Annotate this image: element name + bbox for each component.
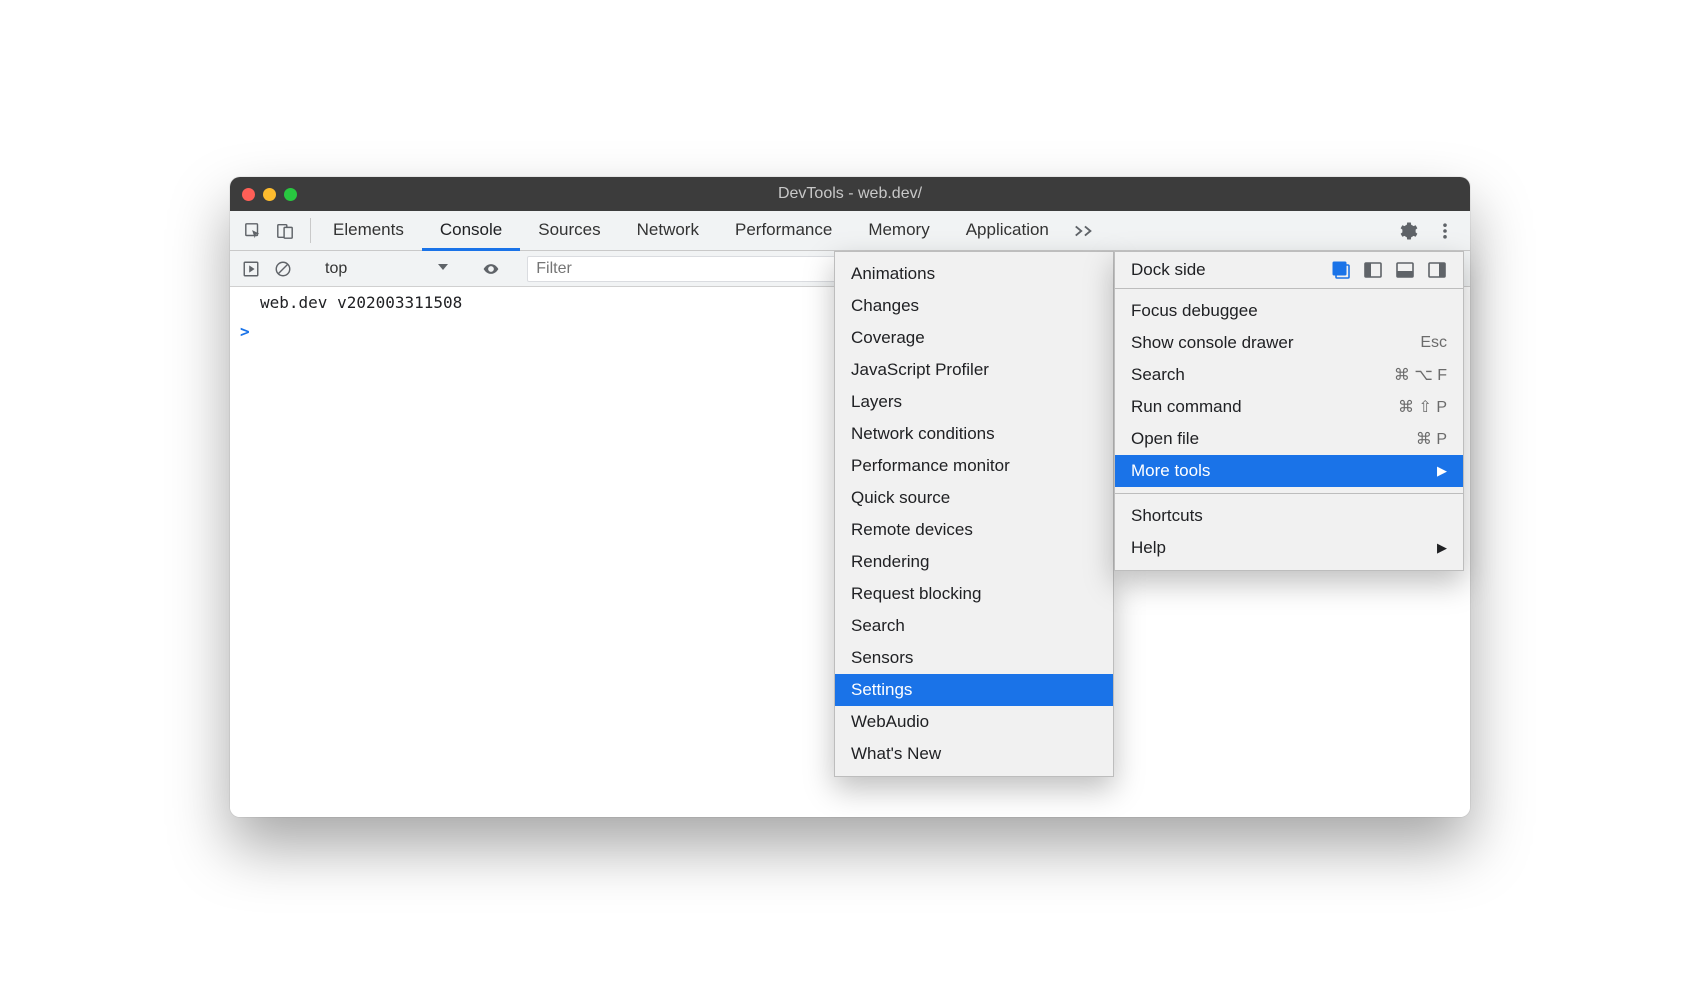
dock-bottom-icon[interactable] xyxy=(1395,260,1415,280)
submenu-item[interactable]: Layers xyxy=(835,386,1113,418)
tab-elements[interactable]: Elements xyxy=(315,212,422,251)
submenu-item[interactable]: WebAudio xyxy=(835,706,1113,738)
menu-shortcut: ⌘ P xyxy=(1416,429,1447,449)
main-menu-item[interactable]: Show console drawer Esc xyxy=(1115,327,1463,359)
main-menu: Dock side Focus debuggee Show console dra… xyxy=(1114,251,1464,571)
submenu-item[interactable]: Sensors xyxy=(835,642,1113,674)
close-window-button[interactable] xyxy=(242,188,255,201)
live-expression-eye-icon[interactable] xyxy=(480,258,502,280)
execution-context-label: top xyxy=(325,260,347,278)
tab-label: Application xyxy=(966,220,1049,240)
menu-shortcut: ⌘ ⇧ P xyxy=(1398,397,1447,417)
tab-application[interactable]: Application xyxy=(948,212,1067,251)
tab-console[interactable]: Console xyxy=(422,212,520,251)
tab-label: Performance xyxy=(735,220,832,240)
dock-side-icons xyxy=(1331,260,1447,280)
main-menu-item[interactable]: Run command ⌘ ⇧ P xyxy=(1115,391,1463,423)
submenu-item-label: Settings xyxy=(851,680,912,700)
submenu-item[interactable]: Coverage xyxy=(835,322,1113,354)
submenu-item[interactable]: Animations xyxy=(835,258,1113,290)
tab-strip-right-icons xyxy=(1392,211,1462,250)
submenu-item-label: Remote devices xyxy=(851,520,973,540)
submenu-item[interactable]: Request blocking xyxy=(835,578,1113,610)
main-menu-kebab-icon[interactable] xyxy=(1434,220,1456,242)
submenu-item-label: Request blocking xyxy=(851,584,981,604)
main-menu-item-label: Shortcuts xyxy=(1131,506,1203,526)
submenu-item-label: Sensors xyxy=(851,648,913,668)
dock-side-row: Dock side xyxy=(1115,252,1463,288)
execution-context-play-icon[interactable] xyxy=(240,258,262,280)
tab-label: Console xyxy=(440,220,502,240)
submenu-item-label: Animations xyxy=(851,264,935,284)
main-menu-item-label: Show console drawer xyxy=(1131,333,1294,353)
main-menu-item-label: Search xyxy=(1131,365,1185,385)
submenu-item-label: Performance monitor xyxy=(851,456,1010,476)
submenu-item-label: Layers xyxy=(851,392,902,412)
submenu-item-label: Changes xyxy=(851,296,919,316)
window-title: DevTools - web.dev/ xyxy=(230,185,1470,203)
main-menu-item[interactable]: Open file ⌘ P xyxy=(1115,423,1463,455)
more-tabs-icon[interactable] xyxy=(1073,220,1095,242)
submenu-item-label: What's New xyxy=(851,744,941,764)
tab-memory[interactable]: Memory xyxy=(850,212,947,251)
submenu-item[interactable]: Network conditions xyxy=(835,418,1113,450)
devtools-window: DevTools - web.dev/ Elements Console Sou… xyxy=(230,177,1470,817)
clear-console-icon[interactable] xyxy=(272,258,294,280)
submenu-item-label: Quick source xyxy=(851,488,950,508)
more-tools-submenu: Animations Changes Coverage JavaScript Prof… xyxy=(834,251,1114,777)
main-menu-item[interactable]: More tools ▶ xyxy=(1115,455,1463,487)
tab-label: Network xyxy=(637,220,699,240)
main-menu-item[interactable]: Help ▶ xyxy=(1115,532,1463,564)
submenu-item[interactable]: JavaScript Profiler xyxy=(835,354,1113,386)
main-menu-item-label: Open file xyxy=(1131,429,1199,449)
submenu-item-label: Network conditions xyxy=(851,424,995,444)
zoom-window-button[interactable] xyxy=(284,188,297,201)
submenu-arrow-icon: ▶ xyxy=(1437,540,1447,556)
settings-gear-icon[interactable] xyxy=(1398,220,1420,242)
tab-performance[interactable]: Performance xyxy=(717,212,850,251)
chevron-down-icon xyxy=(437,260,449,278)
inspect-element-icon[interactable] xyxy=(242,220,264,242)
dock-right-icon[interactable] xyxy=(1427,260,1447,280)
submenu-item-label: WebAudio xyxy=(851,712,929,732)
submenu-item[interactable]: Remote devices xyxy=(835,514,1113,546)
submenu-item[interactable]: Performance monitor xyxy=(835,450,1113,482)
tab-strip-left-icons xyxy=(238,211,306,250)
tab-label: Memory xyxy=(868,220,929,240)
submenu-item[interactable]: Rendering xyxy=(835,546,1113,578)
execution-context-select[interactable]: top xyxy=(319,260,455,278)
tab-label: Elements xyxy=(333,220,404,240)
submenu-arrow-icon: ▶ xyxy=(1437,463,1447,479)
tab-sources[interactable]: Sources xyxy=(520,212,618,251)
tab-strip: Elements Console Sources Network Perform… xyxy=(230,211,1470,251)
minimize-window-button[interactable] xyxy=(263,188,276,201)
main-menu-item[interactable]: Focus debuggee xyxy=(1115,295,1463,327)
menu-shortcut: Esc xyxy=(1420,334,1447,352)
main-menu-item[interactable]: Shortcuts xyxy=(1115,500,1463,532)
submenu-item[interactable]: What's New xyxy=(835,738,1113,770)
window-controls xyxy=(242,188,297,201)
titlebar: DevTools - web.dev/ xyxy=(230,177,1470,211)
main-menu-item-label: Run command xyxy=(1131,397,1242,417)
dock-left-icon[interactable] xyxy=(1363,260,1383,280)
main-menu-item[interactable]: Search ⌘ ⌥ F xyxy=(1115,359,1463,391)
main-menu-item-label: More tools xyxy=(1131,461,1210,481)
main-menu-item-label: Help xyxy=(1131,538,1166,558)
dock-side-label: Dock side xyxy=(1131,260,1206,280)
separator xyxy=(310,218,311,243)
tab-network[interactable]: Network xyxy=(619,212,717,251)
submenu-item[interactable]: Search xyxy=(835,610,1113,642)
tab-label: Sources xyxy=(538,220,600,240)
submenu-item-label: Rendering xyxy=(851,552,929,572)
submenu-item-label: JavaScript Profiler xyxy=(851,360,989,380)
submenu-item-label: Search xyxy=(851,616,905,636)
main-menu-item-label: Focus debuggee xyxy=(1131,301,1258,321)
submenu-item[interactable]: Settings xyxy=(835,674,1113,706)
menu-shortcut: ⌘ ⌥ F xyxy=(1394,365,1447,385)
toggle-device-toolbar-icon[interactable] xyxy=(274,220,296,242)
submenu-item[interactable]: Changes xyxy=(835,290,1113,322)
submenu-item-label: Coverage xyxy=(851,328,925,348)
submenu-item[interactable]: Quick source xyxy=(835,482,1113,514)
dock-undock-icon[interactable] xyxy=(1331,260,1351,280)
